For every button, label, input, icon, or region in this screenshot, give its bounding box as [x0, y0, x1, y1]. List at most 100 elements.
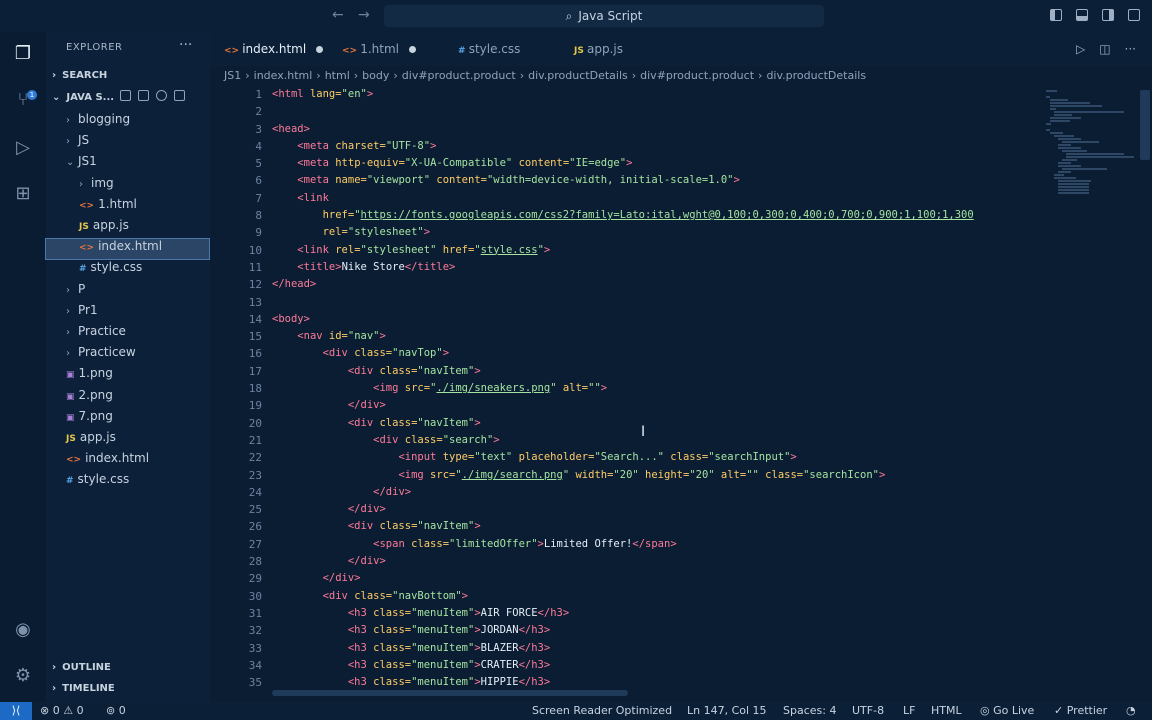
tree-item[interactable]: ⌄ JS1	[66, 151, 97, 171]
tree-item[interactable]: › JS	[66, 130, 89, 150]
code-line[interactable]: <div class="navBottom">	[272, 588, 1062, 605]
search-section[interactable]: › SEARCH	[52, 70, 107, 81]
encoding[interactable]: UTF-8	[852, 702, 884, 720]
new-folder-icon[interactable]	[138, 90, 149, 101]
code-line[interactable]: <title>Nike Store</title>	[272, 259, 1062, 276]
code-line[interactable]: </head>	[272, 276, 1062, 293]
refresh-icon[interactable]	[156, 90, 167, 101]
code-line[interactable]: <meta name="viewport" content="width=dev…	[272, 172, 1062, 189]
tree-item[interactable]: › Pr1	[66, 300, 98, 320]
tree-item[interactable]: › img	[79, 173, 114, 193]
code-editor[interactable]: 1 2 3 4 5 6 7 8 9 10 11 12 13 14 15 16 17 18 19 20 21 22 23 24 2…	[210, 86, 1152, 694]
toggle-sidebar-icon[interactable]	[1050, 9, 1062, 21]
end-of-line[interactable]: LF	[903, 702, 915, 720]
code-line[interactable]: <div class="navItem">	[272, 415, 1062, 432]
tree-item[interactable]: › Practice	[66, 321, 126, 341]
run-debug-icon[interactable]: ▷	[11, 136, 35, 160]
code-line[interactable]: <meta charset="UTF-8">	[272, 138, 1062, 155]
run-icon[interactable]: ▷	[1076, 42, 1085, 56]
source-control-icon[interactable]: ⑂	[11, 88, 35, 112]
command-center[interactable]: ⌕ Java Script	[384, 5, 824, 27]
extensions-icon[interactable]: ⊞	[11, 182, 35, 206]
tree-item[interactable]: ▣ 1.png	[66, 363, 113, 383]
back-arrow-icon[interactable]: ←	[332, 7, 344, 23]
code-lines[interactable]: <html lang="en"> <head> <meta charset="UT…	[272, 86, 1062, 691]
code-line[interactable]: <link rel="stylesheet" href="style.css">	[272, 242, 1062, 259]
tree-item[interactable]: # style.css	[79, 257, 142, 277]
code-line[interactable]: </div>	[272, 553, 1062, 570]
code-line[interactable]: <img src="./img/sneakers.png" alt="">	[272, 380, 1062, 397]
breadcrumb-item[interactable]: div#product.product	[640, 69, 754, 82]
tree-item[interactable]: › blogging	[66, 109, 130, 129]
code-line[interactable]	[272, 103, 1062, 120]
code-line[interactable]: <input type="text" placeholder="Search..…	[272, 449, 1062, 466]
tree-item[interactable]: JS app.js	[66, 427, 116, 447]
new-file-icon[interactable]	[120, 90, 131, 101]
indentation[interactable]: Spaces: 4	[783, 702, 836, 720]
code-line[interactable]: <h3 class="menuItem">JORDAN</h3>	[272, 622, 1062, 639]
breadcrumb-item[interactable]: JS1	[224, 69, 241, 82]
remote-icon[interactable]: ⟩⟨	[0, 702, 32, 720]
code-line[interactable]: <div class="navItem">	[272, 363, 1062, 380]
timeline-section[interactable]: › TIMELINE	[52, 683, 115, 694]
more-actions-icon[interactable]: ···	[1125, 42, 1136, 56]
code-line[interactable]: <span class="limitedOffer">Limited Offer…	[272, 536, 1062, 553]
code-line[interactable]: <nav id="nav">	[272, 328, 1062, 345]
tab-app-js[interactable]: JS app.js	[574, 32, 623, 66]
tree-item[interactable]: › Practicew	[66, 342, 136, 362]
code-line[interactable]: <h3 class="menuItem">CRATER</h3>	[272, 657, 1062, 674]
code-line[interactable]: </div>	[272, 484, 1062, 501]
prettier-button[interactable]: ✓ Prettier	[1054, 702, 1107, 720]
toggle-secondary-sidebar-icon[interactable]	[1102, 9, 1114, 21]
breadcrumb-item[interactable]: body	[362, 69, 389, 82]
breadcrumb-item[interactable]: index.html	[254, 69, 313, 82]
code-line[interactable]: <div class="search">	[272, 432, 1062, 449]
code-line[interactable]	[272, 294, 1062, 311]
tree-item[interactable]: ▣ 2.png	[66, 385, 113, 405]
screen-reader-mode[interactable]: Screen Reader Optimized	[532, 702, 672, 720]
bell-icon[interactable]: ◔	[1126, 702, 1136, 720]
code-line[interactable]: rel="stylesheet">	[272, 224, 1062, 241]
workspace-section[interactable]: ⌄ JAVA S...	[52, 92, 114, 103]
tree-item[interactable]: ▣ 7.png	[66, 406, 113, 426]
code-line[interactable]: </div>	[272, 397, 1062, 414]
files-icon[interactable]: ❐	[11, 42, 35, 66]
breadcrumb-item[interactable]: div.productDetails	[528, 69, 628, 82]
tree-item[interactable]: <> 1.html	[79, 194, 137, 214]
collapse-all-icon[interactable]	[174, 90, 185, 101]
toggle-panel-icon[interactable]	[1076, 9, 1088, 21]
unsaved-dot-icon[interactable]	[409, 46, 417, 53]
gear-icon[interactable]: ⚙	[11, 664, 35, 688]
cursor-position[interactable]: Ln 147, Col 15	[687, 702, 767, 720]
code-line[interactable]: <img src="./img/search.png" width="20" h…	[272, 467, 1062, 484]
code-line[interactable]: <div class="navTop">	[272, 345, 1062, 362]
customize-layout-icon[interactable]	[1128, 9, 1140, 21]
account-icon[interactable]: ◉	[11, 618, 35, 642]
code-line[interactable]: <h3 class="menuItem">AIR FORCE</h3>	[272, 605, 1062, 622]
code-line[interactable]: <h3 class="menuItem">BLAZER</h3>	[272, 640, 1062, 657]
code-line[interactable]: <html lang="en">	[272, 86, 1062, 103]
code-line[interactable]: </div>	[272, 570, 1062, 587]
tab-style-css[interactable]: # style.css	[458, 32, 520, 66]
unsaved-dot-icon[interactable]	[316, 46, 324, 53]
code-line[interactable]: <h3 class="menuItem">HIPPIE</h3>	[272, 674, 1062, 691]
tab-index-html[interactable]: <> index.html	[224, 32, 324, 66]
tree-item[interactable]: # style.css	[66, 469, 129, 489]
tree-item[interactable]: › P	[66, 279, 85, 299]
code-line[interactable]: href="https://fonts.googleapis.com/css2?…	[272, 207, 1062, 224]
breadcrumb-item[interactable]: div.productDetails	[766, 69, 866, 82]
split-editor-icon[interactable]: ◫	[1099, 42, 1110, 56]
tree-item[interactable]: JS app.js	[79, 215, 129, 235]
tree-item[interactable]: <> index.html	[79, 236, 162, 256]
more-actions-icon[interactable]: ···	[179, 37, 192, 53]
code-line[interactable]: <div class="navItem">	[272, 518, 1062, 535]
ports-indicator[interactable]: ⊚ 0	[106, 702, 126, 720]
tab-1-html[interactable]: <> 1.html	[342, 32, 417, 66]
go-live-button[interactable]: ◎ Go Live	[980, 702, 1034, 720]
language-mode[interactable]: HTML	[931, 702, 962, 720]
breadcrumb-item[interactable]: html	[325, 69, 350, 82]
breadcrumb-item[interactable]: div#product.product	[402, 69, 516, 82]
horizontal-scrollbar[interactable]	[272, 690, 628, 696]
tree-item[interactable]: <> index.html	[66, 448, 149, 468]
forward-arrow-icon[interactable]: →	[358, 7, 370, 23]
